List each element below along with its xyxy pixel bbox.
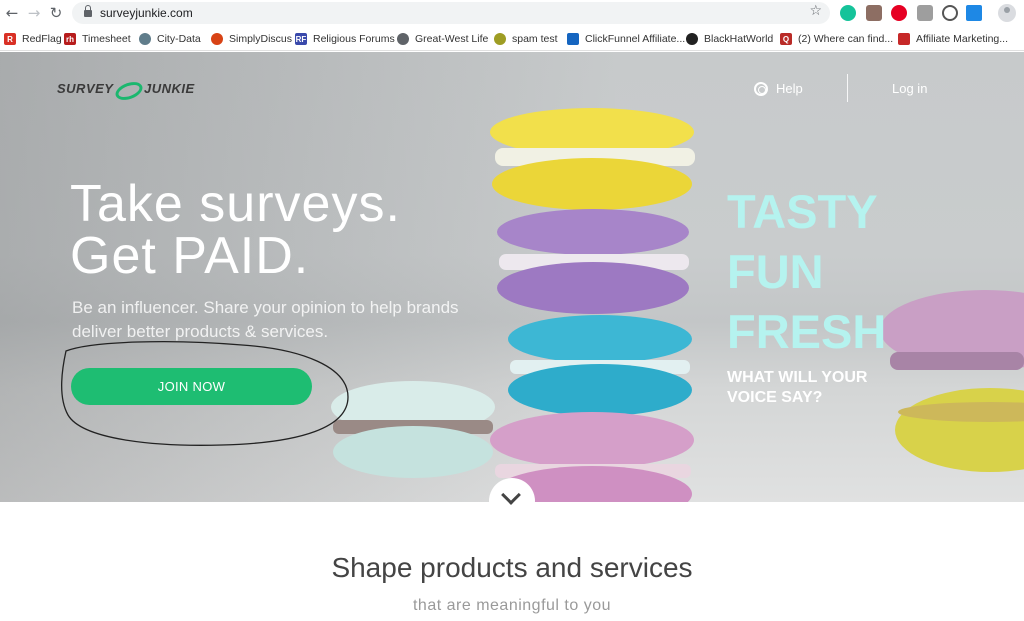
checkmark-swoosh-icon	[113, 78, 145, 104]
screenshot-icon[interactable]	[917, 5, 933, 21]
reload-icon[interactable]: ↻	[46, 3, 66, 23]
nav-divider	[847, 74, 848, 102]
section-subtitle: that are meaningful to you	[412, 597, 611, 614]
voice-question: WHAT WILL YOUR VOICE SAY?	[727, 369, 868, 406]
login-link[interactable]: Log in	[892, 81, 927, 96]
address-bar[interactable]: surveyjunkie.com ☆	[72, 2, 830, 24]
bhw-icon	[686, 33, 698, 45]
lifebuoy-icon	[754, 81, 768, 96]
chevron-down-icon	[501, 485, 521, 505]
bookmark-where-can-find[interactable]: Q (2) Where can find...	[780, 31, 893, 47]
hero-section: SURVEY JUNKIE Help Log in Take surveys. …	[0, 52, 1024, 502]
profile-avatar-icon[interactable]	[998, 4, 1016, 22]
bookmark-redflag[interactable]: R RedFlag	[4, 31, 62, 47]
clickfunnel-icon	[567, 33, 579, 45]
globe-icon	[397, 33, 409, 45]
bookmark-city-data[interactable]: City-Data	[139, 31, 201, 47]
quora-icon: Q	[780, 33, 792, 45]
bookmark-blackhatworld[interactable]: BlackHatWorld	[686, 31, 773, 47]
hero-headline: Take surveys. Get PAID.	[70, 175, 401, 285]
rf-icon: RF	[295, 33, 307, 45]
leaf-icon	[494, 33, 506, 45]
bookmark-religious-forums[interactable]: RF Religious Forums	[295, 31, 395, 47]
section-title: Shape products and services	[331, 552, 693, 583]
bookmark-great-west-life[interactable]: Great-West Life	[397, 31, 488, 47]
bookmark-spam-test[interactable]: spam test	[494, 31, 558, 47]
redflag-icon: R	[4, 33, 16, 45]
rh-icon: rh	[64, 33, 76, 45]
pinterest-icon[interactable]	[891, 5, 907, 21]
bookmark-simplydiscus[interactable]: SimplyDiscus	[211, 31, 292, 47]
scroll-down-button[interactable]	[489, 478, 535, 524]
discus-icon	[211, 33, 223, 45]
extension-icon[interactable]	[866, 5, 882, 21]
lock-icon	[84, 5, 92, 17]
bookmark-clickfunnel[interactable]: ClickFunnel Affiliate...	[567, 31, 685, 47]
citydata-icon	[139, 33, 151, 45]
help-link[interactable]: Help	[754, 81, 803, 96]
join-now-button[interactable]: JOIN NOW	[71, 368, 312, 405]
survey-junkie-logo[interactable]: SURVEY JUNKIE	[57, 78, 197, 104]
hero-subline: Be an influencer. Share your opinion to …	[72, 298, 459, 341]
grammarly-icon[interactable]	[840, 5, 856, 21]
magnifier-icon[interactable]	[942, 5, 958, 21]
kite-icon[interactable]	[966, 5, 982, 21]
bookmarks-bar: R RedFlag rh Timesheet City-Data SimplyDis…	[0, 26, 1024, 51]
bookmark-star-icon[interactable]: ☆	[809, 3, 822, 19]
youtube-icon	[898, 33, 910, 45]
tagline: TASTY FUN FRESH	[727, 185, 887, 358]
back-icon[interactable]: ←	[2, 3, 22, 23]
bookmark-affiliate-marketing[interactable]: Affiliate Marketing...	[898, 31, 1008, 47]
bookmark-timesheet[interactable]: rh Timesheet	[64, 31, 131, 47]
forward-icon[interactable]: →	[24, 3, 44, 23]
url-text[interactable]: surveyjunkie.com	[100, 6, 193, 20]
browser-toolbar: ← → ↻ surveyjunkie.com ☆	[0, 0, 1024, 26]
